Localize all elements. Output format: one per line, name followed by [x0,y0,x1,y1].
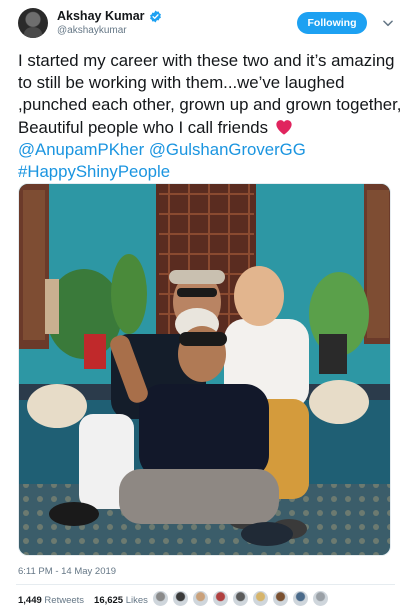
likes-stat[interactable]: 16,625 Likes [94,595,148,606]
author-names: Akshay Kumar @akshaykumar [57,9,162,36]
liker-avatar[interactable] [292,590,309,607]
likes-label: Likes [125,595,148,606]
likes-count: 16,625 [94,595,124,606]
liker-avatar[interactable] [212,590,229,607]
retweets-stat[interactable]: 1,449 Retweets [18,595,84,606]
mention-link[interactable]: @AnupamPKher [18,140,144,159]
liker-avatar[interactable] [152,590,169,607]
red-heart-icon [276,119,292,135]
liker-avatars [152,590,329,607]
mention-link[interactable]: @GulshanGroverGG [149,140,306,159]
tweet-text: I started my career with these two and i… [18,50,402,183]
handle[interactable]: @akshaykumar [57,25,162,36]
liker-avatar[interactable] [192,590,209,607]
tweet-header: Akshay Kumar @akshaykumar Following [16,6,399,42]
liker-avatar[interactable] [312,590,329,607]
avatar[interactable] [18,8,48,38]
tweet-photo[interactable] [18,183,391,556]
display-name-row: Akshay Kumar [57,9,162,23]
liker-avatar[interactable] [272,590,289,607]
hashtag-link[interactable]: #HappyShinyPeople [18,162,170,181]
tweet-timestamp[interactable]: 6:11 PM - 14 May 2019 [18,566,116,577]
chevron-down-icon[interactable] [381,16,395,30]
liker-avatar[interactable] [252,590,269,607]
retweets-count: 1,449 [18,595,42,606]
tweet-body: I started my career with these two and i… [18,51,402,137]
tweet-stats: 1,449 Retweets 16,625 Likes [18,595,148,606]
display-name[interactable]: Akshay Kumar [57,9,145,23]
photo-illustration [19,184,390,555]
divider [16,584,395,585]
verified-badge-icon [149,10,161,22]
following-button[interactable]: Following [297,12,367,34]
liker-avatar[interactable] [232,590,249,607]
liker-avatar[interactable] [172,590,189,607]
retweets-label: Retweets [44,595,85,606]
